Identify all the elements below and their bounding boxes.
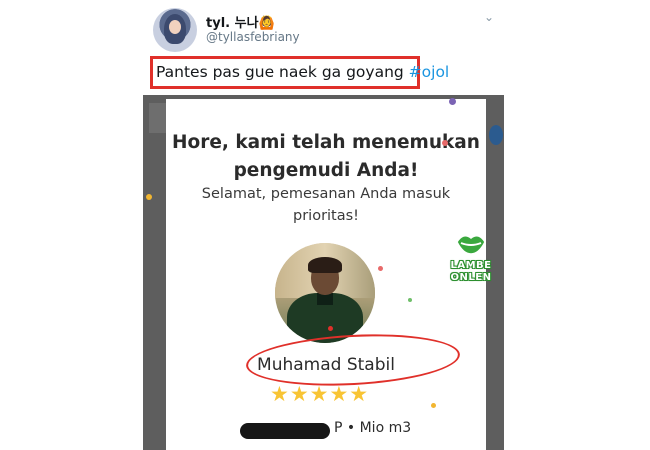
rating-stars: ★★★★★ — [270, 382, 370, 406]
lips-icon — [456, 235, 486, 255]
user-handle[interactable]: @tyllasfebriany — [206, 30, 300, 44]
vehicle-text: P • Mio m3 — [334, 420, 412, 436]
confetti-dot — [442, 140, 448, 146]
dialog-subtitle-line1: Selamat, pemesanan Anda masuk — [201, 186, 451, 202]
dialog-title-line2: pengemudi Anda! — [233, 160, 419, 181]
driver-photo — [275, 243, 375, 343]
hashtag-link[interactable]: #ojol — [409, 63, 450, 81]
photo-hair — [308, 257, 342, 273]
avatar[interactable] — [153, 8, 197, 52]
dialog-title-line1: Hore, kami telah menemukan — [172, 132, 480, 153]
dialog-title: Hore, kami telah menemukan pengemudi And… — [166, 129, 486, 185]
confetti-dot — [431, 403, 436, 408]
chevron-down-icon[interactable]: ⌄ — [484, 10, 494, 24]
lambe-onlen-watermark: LAMBE ONLEN — [447, 232, 495, 286]
watermark-line1: LAMBE — [450, 260, 492, 271]
driver-name: Muhamad Stabil — [257, 355, 395, 375]
confetti-dot — [146, 194, 152, 200]
vehicle-info: P • Mio m3 — [240, 420, 420, 440]
watermark-line2: ONLEN — [450, 272, 492, 283]
display-name[interactable]: tyl. 누나🙆 — [206, 12, 275, 31]
background-button-edge — [489, 125, 503, 145]
confetti-dot — [378, 266, 383, 271]
dialog-subtitle: Selamat, pemesanan Anda masuk prioritas! — [166, 183, 486, 227]
confetti-dot — [408, 298, 412, 302]
dialog-subtitle-line2: prioritas! — [293, 208, 359, 224]
plate-redaction — [240, 423, 330, 439]
tweet-text-body: Pantes pas gue naek ga goyang — [156, 63, 409, 81]
tweet-text: Pantes pas gue naek ga goyang #ojol — [150, 56, 449, 89]
driver-found-dialog: Hore, kami telah menemukan pengemudi And… — [166, 99, 486, 450]
avatar-face — [169, 20, 181, 34]
confetti-dot — [449, 98, 456, 105]
confetti-dot — [328, 326, 333, 331]
